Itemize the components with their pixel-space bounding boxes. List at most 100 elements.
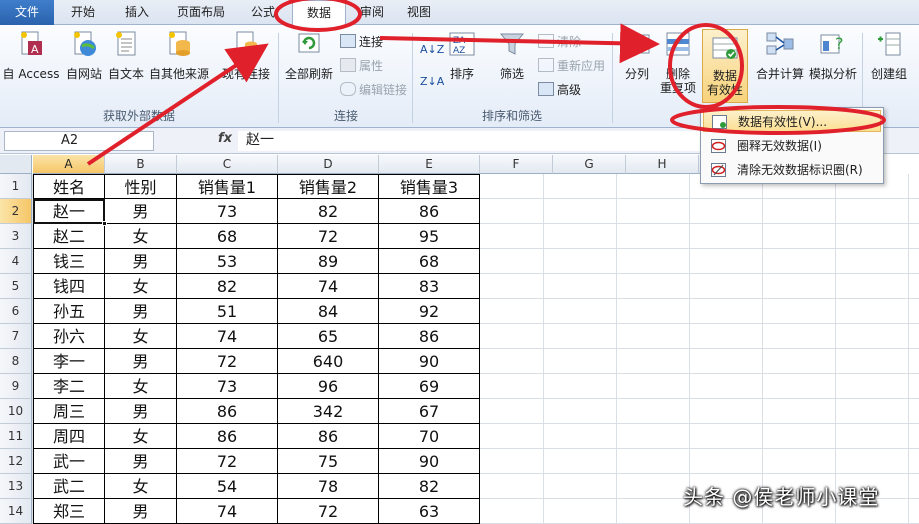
row-header-12[interactable]: 12 [0, 449, 32, 474]
column-header-g[interactable]: G [553, 155, 626, 174]
table-cell[interactable]: 74 [278, 274, 379, 299]
row-header-14[interactable]: 14 [0, 499, 32, 524]
what-if-analysis-button[interactable]: ? 模拟分析 [806, 29, 860, 89]
table-cell[interactable]: 72 [278, 499, 379, 524]
table-cell[interactable]: 86 [379, 199, 480, 224]
table-cell[interactable]: 男 [105, 299, 177, 324]
table-cell[interactable]: 69 [379, 374, 480, 399]
column-header-d[interactable]: D [278, 155, 379, 174]
tab-file[interactable]: 文件 [0, 0, 54, 25]
row-header-9[interactable]: 9 [0, 374, 32, 399]
column-header-e[interactable]: E [379, 155, 480, 174]
reapply-button[interactable]: 重新应用 [538, 57, 605, 75]
table-cell[interactable]: 73 [177, 374, 278, 399]
table-cell[interactable]: 赵一 [33, 199, 105, 224]
group-button[interactable]: 创建组 [864, 29, 914, 89]
header-cell[interactable]: 姓名 [33, 174, 105, 199]
tab-view[interactable]: 视图 [396, 0, 442, 25]
table-cell[interactable]: 82 [379, 474, 480, 499]
row-header-13[interactable]: 13 [0, 474, 32, 499]
menu-item-clear-circles[interactable]: 清除无效数据标识圈(R) [703, 159, 881, 181]
column-header-a[interactable]: A [33, 155, 105, 174]
table-cell[interactable]: 89 [278, 249, 379, 274]
table-cell[interactable]: 342 [278, 399, 379, 424]
properties-button[interactable]: 属性 [340, 57, 383, 75]
table-cell[interactable]: 54 [177, 474, 278, 499]
table-cell[interactable]: 74 [177, 324, 278, 349]
table-cell[interactable]: 男 [105, 449, 177, 474]
tab-insert[interactable]: 插入 [110, 0, 164, 25]
table-cell[interactable]: 640 [278, 349, 379, 374]
fill-handle[interactable] [102, 221, 107, 226]
table-cell[interactable]: 83 [379, 274, 480, 299]
table-cell[interactable]: 63 [379, 499, 480, 524]
table-cell[interactable]: 86 [177, 399, 278, 424]
menu-item-circle-invalid[interactable]: 圈释无效数据(I) [703, 135, 881, 157]
table-cell[interactable]: 男 [105, 199, 177, 224]
sort-descending-button[interactable]: Z↓A [420, 73, 444, 91]
table-cell[interactable]: 女 [105, 224, 177, 249]
table-cell[interactable]: 51 [177, 299, 278, 324]
table-cell[interactable]: 赵二 [33, 224, 105, 249]
table-cell[interactable]: 李二 [33, 374, 105, 399]
row-header-8[interactable]: 8 [0, 349, 32, 374]
column-header-c[interactable]: C [177, 155, 278, 174]
table-cell[interactable]: 68 [379, 249, 480, 274]
table-cell[interactable]: 李一 [33, 349, 105, 374]
column-header-b[interactable]: B [105, 155, 177, 174]
table-cell[interactable]: 武一 [33, 449, 105, 474]
tab-page-layout[interactable]: 页面布局 [166, 0, 236, 25]
table-cell[interactable]: 75 [278, 449, 379, 474]
table-cell[interactable]: 95 [379, 224, 480, 249]
from-text-button[interactable]: 自文本 [106, 29, 146, 89]
table-cell[interactable]: 周四 [33, 424, 105, 449]
edit-links-button[interactable]: 编辑链接 [340, 81, 407, 99]
table-cell[interactable]: 68 [177, 224, 278, 249]
row-header-11[interactable]: 11 [0, 424, 32, 449]
table-cell[interactable]: 67 [379, 399, 480, 424]
table-cell[interactable]: 孙五 [33, 299, 105, 324]
tab-review[interactable]: 审阅 [350, 0, 394, 25]
from-other-sources-button[interactable]: 自其他来源 [148, 29, 210, 89]
row-header-7[interactable]: 7 [0, 324, 32, 349]
insert-function-icon[interactable]: fx [218, 131, 232, 146]
table-cell[interactable]: 孙六 [33, 324, 105, 349]
name-box[interactable]: A2 [4, 131, 154, 151]
table-cell[interactable]: 男 [105, 349, 177, 374]
formula-input[interactable]: 赵一 [238, 131, 708, 151]
table-cell[interactable]: 82 [177, 274, 278, 299]
tab-data[interactable]: 数据 [292, 0, 346, 26]
table-cell[interactable]: 72 [278, 224, 379, 249]
existing-connections-button[interactable]: 现有连接 [218, 29, 274, 89]
text-to-columns-button[interactable]: 分列 [618, 29, 656, 89]
tab-formulas[interactable]: 公式 [240, 0, 286, 25]
menu-item-data-validation[interactable]: 数据有效性(V)... [703, 110, 881, 132]
row-header-5[interactable]: 5 [0, 274, 32, 299]
row-header-3[interactable]: 3 [0, 224, 32, 249]
remove-duplicates-button[interactable]: 删除 重复项 [658, 29, 698, 95]
advanced-filter-button[interactable]: 高级 [538, 81, 581, 99]
clear-filter-button[interactable]: 清除 [538, 33, 581, 51]
table-cell[interactable]: 72 [177, 449, 278, 474]
refresh-all-button[interactable]: 全部刷新 [282, 29, 336, 89]
table-cell[interactable]: 84 [278, 299, 379, 324]
row-header-4[interactable]: 4 [0, 249, 32, 274]
table-cell[interactable]: 90 [379, 449, 480, 474]
table-cell[interactable]: 53 [177, 249, 278, 274]
table-cell[interactable]: 74 [177, 499, 278, 524]
column-header-h[interactable]: H [626, 155, 699, 174]
header-cell[interactable]: 销售量3 [379, 174, 480, 199]
column-header-f[interactable]: F [480, 155, 553, 174]
table-cell[interactable]: 男 [105, 499, 177, 524]
from-access-button[interactable]: A 自 Access [2, 29, 60, 89]
data-validation-button[interactable]: 数据 有效性 [702, 29, 748, 103]
table-cell[interactable]: 90 [379, 349, 480, 374]
table-cell[interactable]: 女 [105, 374, 177, 399]
table-cell[interactable]: 86 [379, 324, 480, 349]
connections-button[interactable]: 连接 [340, 33, 383, 51]
table-cell[interactable]: 70 [379, 424, 480, 449]
from-web-button[interactable]: 自网站 [62, 29, 106, 89]
table-cell[interactable]: 女 [105, 424, 177, 449]
row-header-6[interactable]: 6 [0, 299, 32, 324]
table-cell[interactable]: 女 [105, 324, 177, 349]
